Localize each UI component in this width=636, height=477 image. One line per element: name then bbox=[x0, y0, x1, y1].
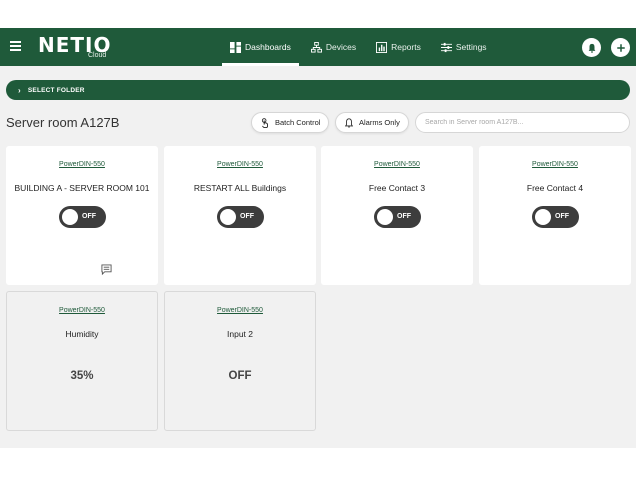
device-link[interactable]: PowerDIN-550 bbox=[479, 161, 631, 168]
card-title: Input 2 bbox=[227, 329, 253, 339]
nav-dashboards-label: Dashboards bbox=[245, 42, 291, 52]
dashboard-card-2: PowerDIN-550 RESTART ALL Buildings OFF bbox=[164, 146, 316, 285]
dashboard-card-5: PowerDIN-550 Humidity 35% bbox=[6, 291, 158, 431]
dashboard-card-6: PowerDIN-550 Input 2 OFF bbox=[164, 291, 316, 431]
touch-hand-icon bbox=[261, 117, 268, 128]
alarms-only-label: Alarms Only bbox=[359, 118, 400, 127]
toggle-knob bbox=[377, 209, 393, 225]
logo-subtitle: Cloud bbox=[88, 52, 107, 59]
search-input[interactable] bbox=[415, 112, 630, 133]
sensor-value: OFF bbox=[228, 370, 252, 382]
alarms-only-button[interactable]: Alarms Only bbox=[335, 112, 409, 133]
chevron-right-icon: › bbox=[18, 85, 21, 95]
dashboard-card-1: PowerDIN-550 BUILDING A - SERVER ROOM 10… bbox=[6, 146, 158, 285]
device-link[interactable]: PowerDIN-550 bbox=[321, 161, 473, 168]
card-title: Free Contact 4 bbox=[526, 183, 584, 193]
card-title: Humidity bbox=[65, 329, 99, 339]
sliders-icon bbox=[440, 42, 452, 52]
card-title: Free Contact 3 bbox=[368, 183, 426, 193]
nav-reports-label: Reports bbox=[391, 42, 421, 52]
device-tree-icon bbox=[310, 41, 322, 53]
select-folder-label: SELECT FOLDER bbox=[27, 86, 85, 94]
nav-settings-label: Settings bbox=[455, 42, 487, 52]
dashboard-grid-icon bbox=[230, 41, 241, 53]
device-link[interactable]: PowerDIN-550 bbox=[6, 161, 158, 168]
device-link[interactable]: PowerDIN-550 bbox=[165, 307, 315, 314]
notifications-button[interactable] bbox=[582, 38, 601, 57]
menu-icon[interactable] bbox=[10, 41, 21, 51]
main-nav: Dashboards Devices Reports Settings bbox=[222, 28, 499, 66]
toggle-knob bbox=[62, 209, 78, 225]
output-toggle[interactable]: OFF bbox=[59, 206, 106, 228]
output-toggle[interactable]: OFF bbox=[374, 206, 421, 228]
card-title: BUILDING A - SERVER ROOM 101 bbox=[14, 183, 150, 193]
toggle-knob bbox=[220, 209, 236, 225]
toggle-knob bbox=[535, 209, 551, 225]
batch-control-button[interactable]: Batch Control bbox=[251, 112, 330, 133]
toggle-state: OFF bbox=[82, 213, 96, 220]
nav-dashboards[interactable]: Dashboards bbox=[222, 28, 299, 66]
device-link[interactable]: PowerDIN-550 bbox=[7, 307, 157, 314]
top-bar: NETIO Cloud Dashboards Devices Reports S… bbox=[0, 28, 636, 66]
plus-icon bbox=[616, 43, 625, 52]
chart-icon bbox=[376, 41, 388, 53]
nav-settings[interactable]: Settings bbox=[433, 28, 495, 66]
select-folder-bar[interactable]: › SELECT FOLDER bbox=[6, 80, 630, 100]
dashboard-card-4: PowerDIN-550 Free Contact 4 OFF bbox=[479, 146, 631, 285]
page-title: Server room A127B bbox=[6, 115, 120, 130]
batch-control-label: Batch Control bbox=[275, 118, 321, 127]
output-toggle[interactable]: OFF bbox=[217, 206, 264, 228]
toggle-state: OFF bbox=[240, 213, 254, 220]
dashboard-card-3: PowerDIN-550 Free Contact 3 OFF bbox=[321, 146, 473, 285]
nav-devices-label: Devices bbox=[325, 42, 357, 52]
nav-devices[interactable]: Devices bbox=[303, 28, 364, 66]
sensor-value: 35% bbox=[70, 370, 94, 382]
bell-outline-icon bbox=[344, 117, 354, 127]
output-toggle[interactable]: OFF bbox=[532, 206, 579, 228]
add-button[interactable] bbox=[611, 38, 630, 57]
card-title: RESTART ALL Buildings bbox=[193, 183, 287, 193]
bell-icon bbox=[588, 43, 595, 53]
app-frame: NETIO Cloud Dashboards Devices Reports S… bbox=[0, 28, 636, 448]
comment-icon[interactable] bbox=[101, 264, 112, 275]
toggle-state: OFF bbox=[397, 213, 411, 220]
device-link[interactable]: PowerDIN-550 bbox=[164, 161, 316, 168]
nav-reports[interactable]: Reports bbox=[368, 28, 429, 66]
toggle-state: OFF bbox=[555, 213, 569, 220]
